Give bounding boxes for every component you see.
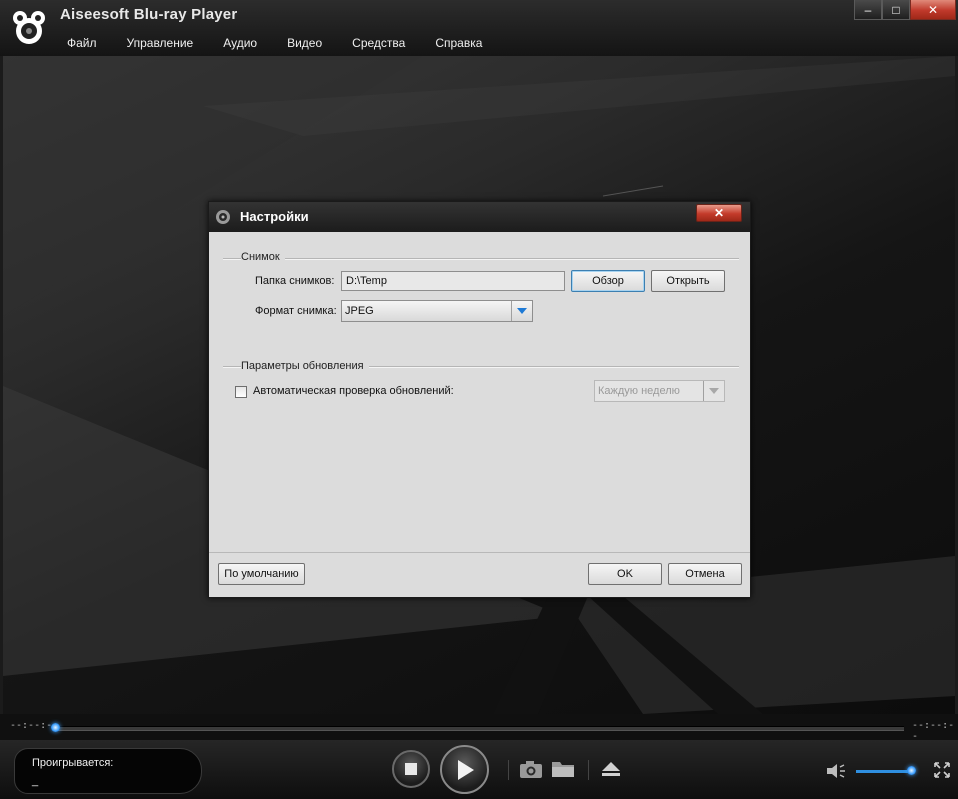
snapshot-legend: Снимок: [241, 251, 285, 263]
open-folder-button[interactable]: Открыть: [651, 270, 725, 292]
minimize-button[interactable]: –: [854, 0, 882, 20]
dialog-title-bar: Настройки ✕: [209, 202, 750, 232]
camera-icon: [520, 761, 542, 778]
status-label: Проигрывается:: [32, 757, 114, 769]
mute-button[interactable]: [824, 760, 848, 782]
chevron-down-icon: [703, 381, 724, 401]
maximize-icon: □: [892, 2, 900, 17]
control-bar: Проигрывается: _: [0, 740, 958, 799]
settings-icon: [216, 210, 230, 224]
menu-video[interactable]: Видео: [272, 32, 337, 54]
window-controls: – □ ✕: [854, 0, 956, 22]
separator: [508, 760, 509, 780]
ok-button[interactable]: OK: [588, 563, 662, 585]
snapshot-format-label: Формат снимка:: [255, 305, 337, 317]
title-bar: Aiseesoft Blu-ray Player – □ ✕ Файл Упра…: [0, 0, 958, 56]
menu-bar: Файл Управление Аудио Видео Средства Спр…: [0, 32, 497, 54]
snapshot-divider: [223, 258, 739, 260]
updates-legend: Параметры обновления: [241, 360, 369, 372]
seek-bar[interactable]: [51, 723, 904, 732]
close-icon: ✕: [927, 2, 939, 17]
snapshot-folder-label: Папка снимков:: [255, 275, 335, 287]
play-button[interactable]: [440, 745, 489, 794]
fullscreen-button[interactable]: [932, 760, 952, 780]
menu-control[interactable]: Управление: [112, 32, 209, 54]
progress-row: --:--:-- --:--:--: [0, 714, 958, 742]
snapshot-format-value: JPEG: [345, 305, 374, 317]
defaults-button[interactable]: По умолчанию: [218, 563, 305, 585]
minimize-icon: –: [864, 2, 872, 17]
eject-icon: [602, 762, 620, 776]
chevron-down-icon: [511, 301, 532, 321]
menu-tools[interactable]: Средства: [337, 32, 420, 54]
separator: [588, 760, 589, 780]
close-button[interactable]: ✕: [910, 0, 956, 20]
time-total: --:--:--: [912, 720, 955, 742]
close-icon: ✕: [713, 206, 725, 220]
snapshot-button[interactable]: [518, 758, 544, 780]
fullscreen-icon: [934, 762, 950, 778]
open-file-button[interactable]: [550, 758, 576, 780]
stop-icon: [405, 763, 417, 775]
volume-slider[interactable]: [856, 766, 917, 775]
speaker-icon: [827, 764, 845, 778]
play-icon: [457, 759, 474, 780]
dialog-footer: По умолчанию OK Отмена: [209, 552, 750, 597]
cancel-button[interactable]: Отмена: [668, 563, 742, 585]
dialog-close-button[interactable]: ✕: [696, 204, 742, 222]
stop-button[interactable]: [392, 750, 430, 788]
snapshot-folder-input[interactable]: D:\Temp: [341, 271, 565, 291]
status-box: Проигрывается: _: [14, 748, 202, 794]
maximize-button[interactable]: □: [882, 0, 910, 20]
folder-icon: [552, 762, 574, 777]
volume-fill: [856, 770, 912, 773]
menu-help[interactable]: Справка: [420, 32, 497, 54]
seek-handle[interactable]: [51, 723, 60, 732]
menu-file[interactable]: Файл: [52, 32, 112, 54]
settings-dialog: Настройки ✕ Снимок Папка снимков: D:\Tem…: [208, 201, 751, 598]
update-frequency-value: Каждую неделю: [598, 385, 680, 397]
browse-button[interactable]: Обзор: [571, 270, 645, 292]
menu-audio[interactable]: Аудио: [208, 32, 272, 54]
status-value: _: [32, 775, 39, 787]
player-window: Aiseesoft Blu-ray Player – □ ✕ Файл Упра…: [0, 0, 958, 799]
volume-handle[interactable]: [907, 766, 917, 775]
auto-update-checkbox[interactable]: [235, 386, 247, 398]
auto-update-label: Автоматическая проверка обновлений:: [253, 385, 454, 397]
dialog-title: Настройки: [240, 209, 309, 224]
eject-button[interactable]: [598, 758, 624, 780]
snapshot-format-select[interactable]: JPEG: [341, 300, 533, 322]
app-title: Aiseesoft Blu-ray Player: [60, 6, 238, 23]
update-frequency-select[interactable]: Каждую неделю: [594, 380, 725, 402]
